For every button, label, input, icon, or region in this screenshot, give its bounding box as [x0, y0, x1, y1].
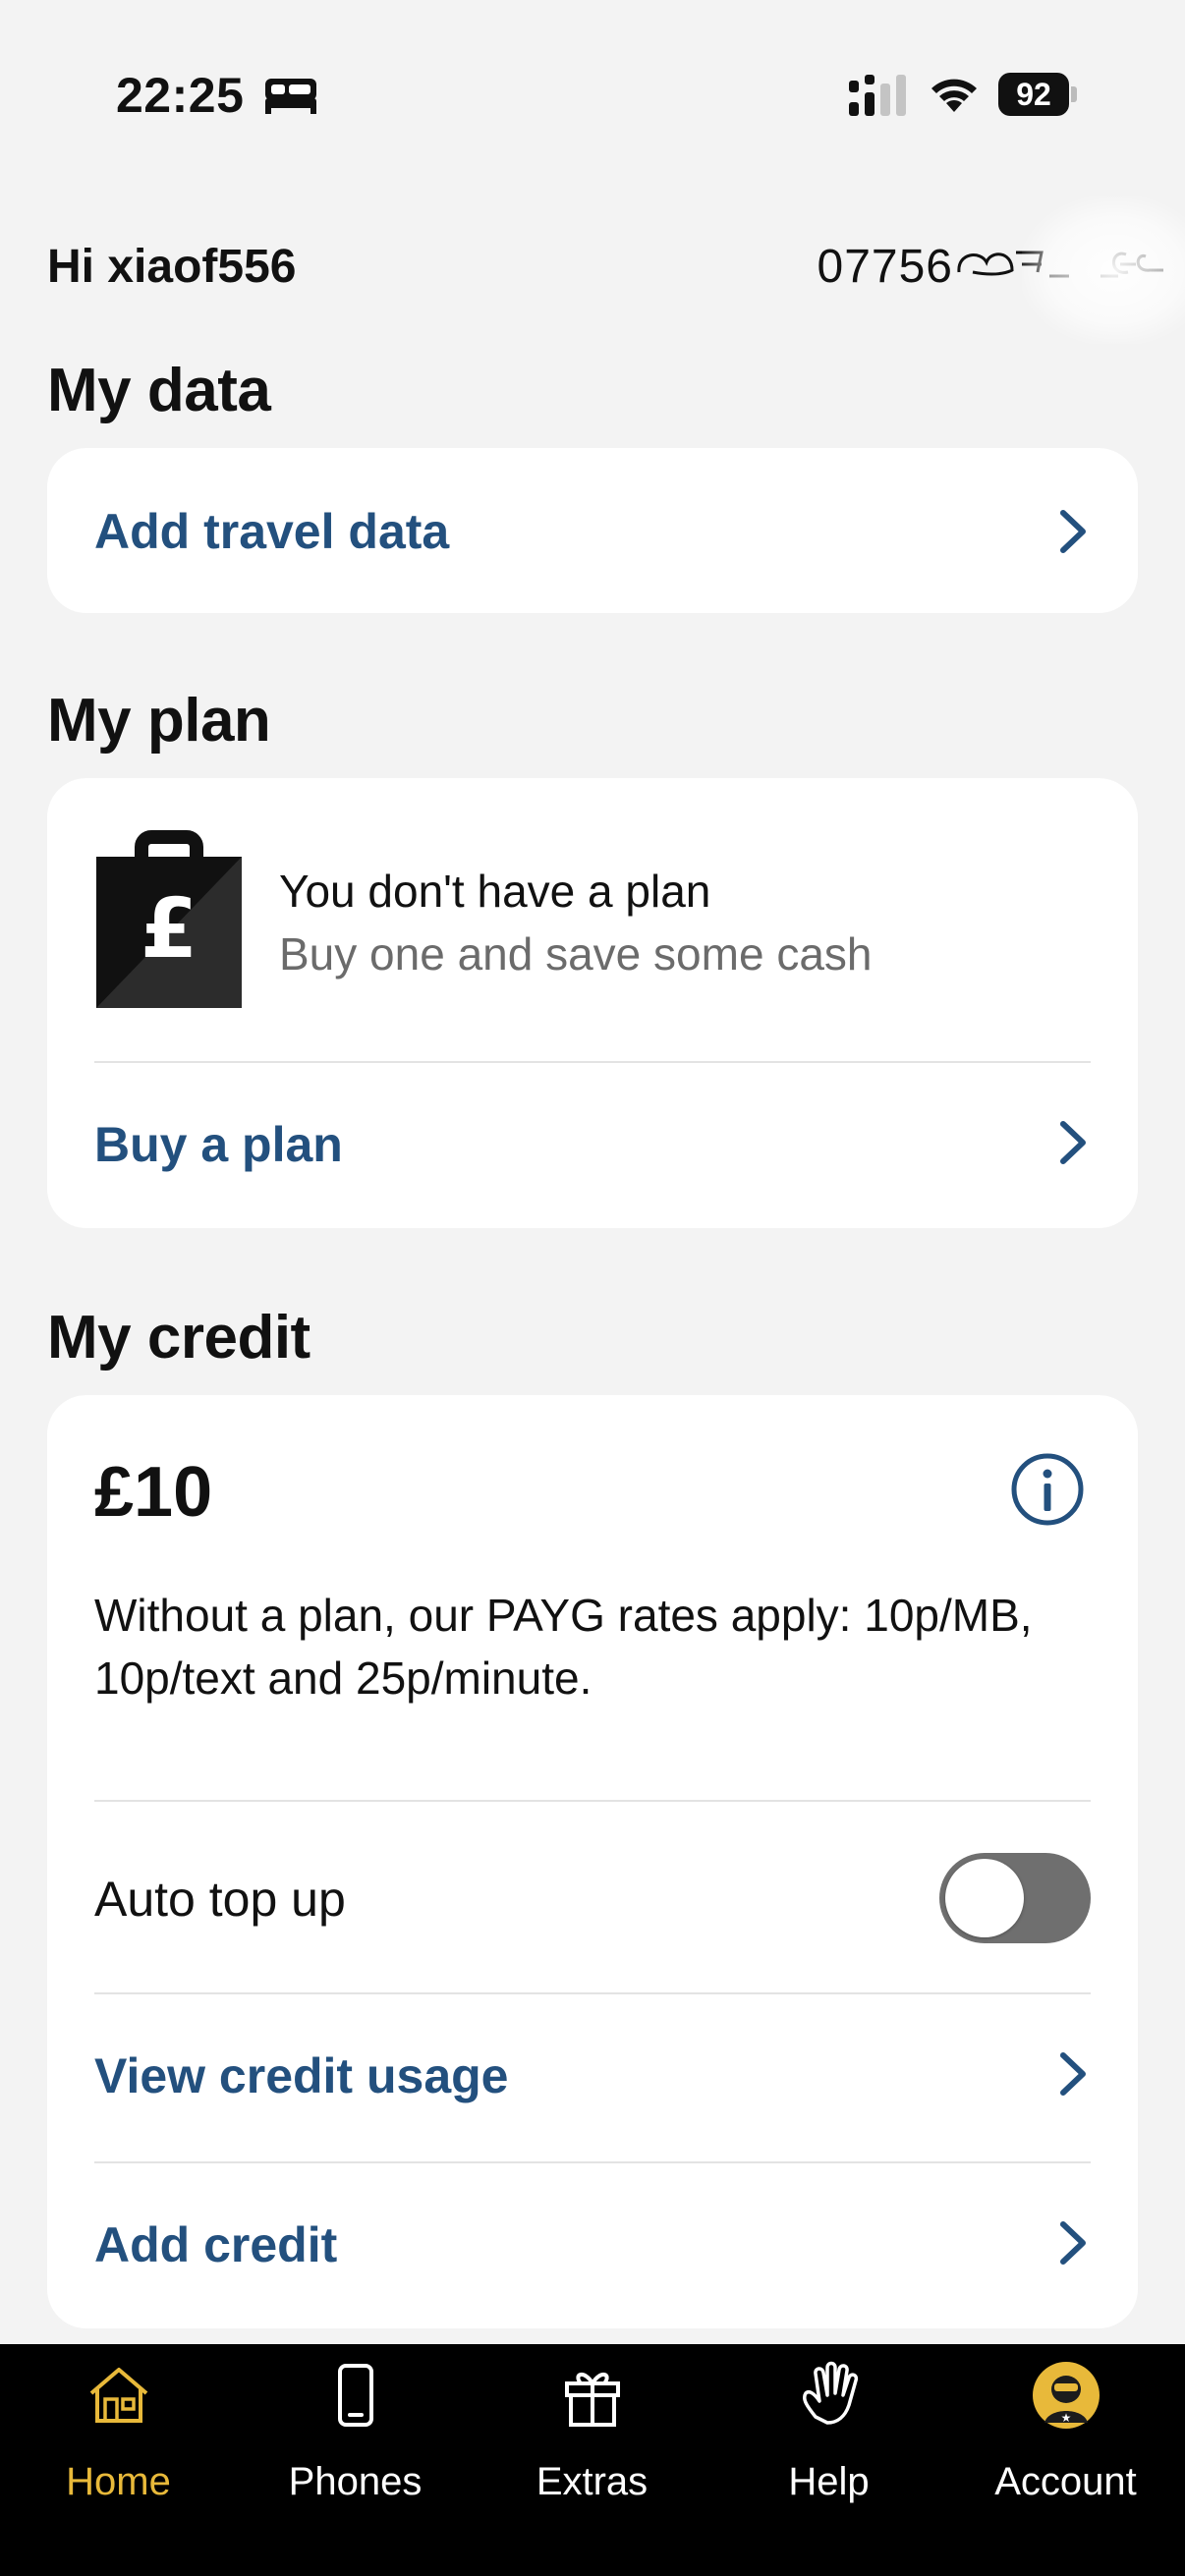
my-plan-card: £ You don't have a plan Buy one and save… [47, 778, 1138, 1228]
buy-plan-label: Buy a plan [94, 1117, 343, 1172]
toggle-knob [945, 1859, 1024, 1937]
status-time: 22:25 [116, 68, 245, 123]
gift-icon [564, 2373, 620, 2427]
add-credit-label: Add credit [94, 2217, 338, 2272]
wifi-icon [931, 79, 977, 112]
battery-indicator: 92 [998, 73, 1077, 116]
buy-plan-row[interactable]: Buy a plan [47, 1063, 1138, 1228]
payg-rates-text: Without a plan, our PAYG rates apply: 10… [94, 1590, 1033, 1704]
tab-label: Help [788, 2460, 870, 2503]
chevron-right-icon [1060, 2221, 1086, 2265]
chevron-right-icon [1060, 1121, 1086, 1164]
my-credit-card: £10 Without a plan, our PAYG rates apply… [47, 1395, 1138, 2328]
tab-help[interactable]: Help [710, 2344, 947, 2541]
tab-label: Extras [536, 2460, 649, 2503]
greeting: Hi xiaof556 [47, 241, 297, 293]
status-bar: 22:25 92 [0, 0, 1185, 196]
add-travel-data-row[interactable]: Add travel data [47, 448, 1138, 613]
info-icon[interactable] [1010, 1452, 1085, 1527]
my-data-title: My data [47, 357, 271, 424]
phone-icon [337, 2364, 373, 2427]
home-icon [89, 2368, 147, 2423]
tab-bar: Home Phones Extras Help ★ Account [0, 2344, 1185, 2576]
my-plan-title: My plan [47, 687, 271, 755]
tab-phones[interactable]: Phones [237, 2344, 474, 2541]
battery-nub [1071, 86, 1077, 102]
auto-top-up-label: Auto top up [94, 1872, 346, 1927]
redaction-smudge [1022, 196, 1185, 344]
phone-number-text: 07756 [817, 241, 953, 293]
tab-home[interactable]: Home [0, 2344, 237, 2541]
battery-level: 92 [998, 73, 1069, 116]
chevron-right-icon [1060, 2052, 1086, 2096]
tab-label: Phones [288, 2460, 423, 2503]
signal-icon [849, 75, 906, 116]
tab-account[interactable]: ★ Account [947, 2344, 1184, 2541]
credit-amount: £10 [94, 1453, 213, 1532]
view-credit-usage-label: View credit usage [94, 2048, 509, 2103]
svg-text:£: £ [141, 880, 198, 977]
auto-top-up-toggle[interactable] [939, 1853, 1091, 1943]
add-travel-data-label: Add travel data [94, 504, 450, 559]
svg-text:★: ★ [1060, 2411, 1071, 2425]
my-credit-title: My credit [47, 1304, 310, 1372]
avatar-icon: ★ [1032, 2362, 1100, 2429]
shopping-bag-pound-icon: £ [96, 830, 242, 1008]
divider [94, 1800, 1091, 1802]
no-plan-text: You don't have a plan [279, 866, 711, 917]
bed-icon [265, 79, 316, 114]
no-plan-subtext: Buy one and save some cash [279, 928, 873, 980]
add-credit-row[interactable]: Add credit [47, 2163, 1138, 2328]
tab-label: Account [994, 2460, 1137, 2503]
hand-icon [802, 2361, 858, 2425]
chevron-right-icon [1060, 510, 1086, 553]
tab-extras[interactable]: Extras [474, 2344, 710, 2541]
view-credit-usage-row[interactable]: View credit usage [47, 1994, 1138, 2159]
tab-label: Home [66, 2460, 171, 2503]
